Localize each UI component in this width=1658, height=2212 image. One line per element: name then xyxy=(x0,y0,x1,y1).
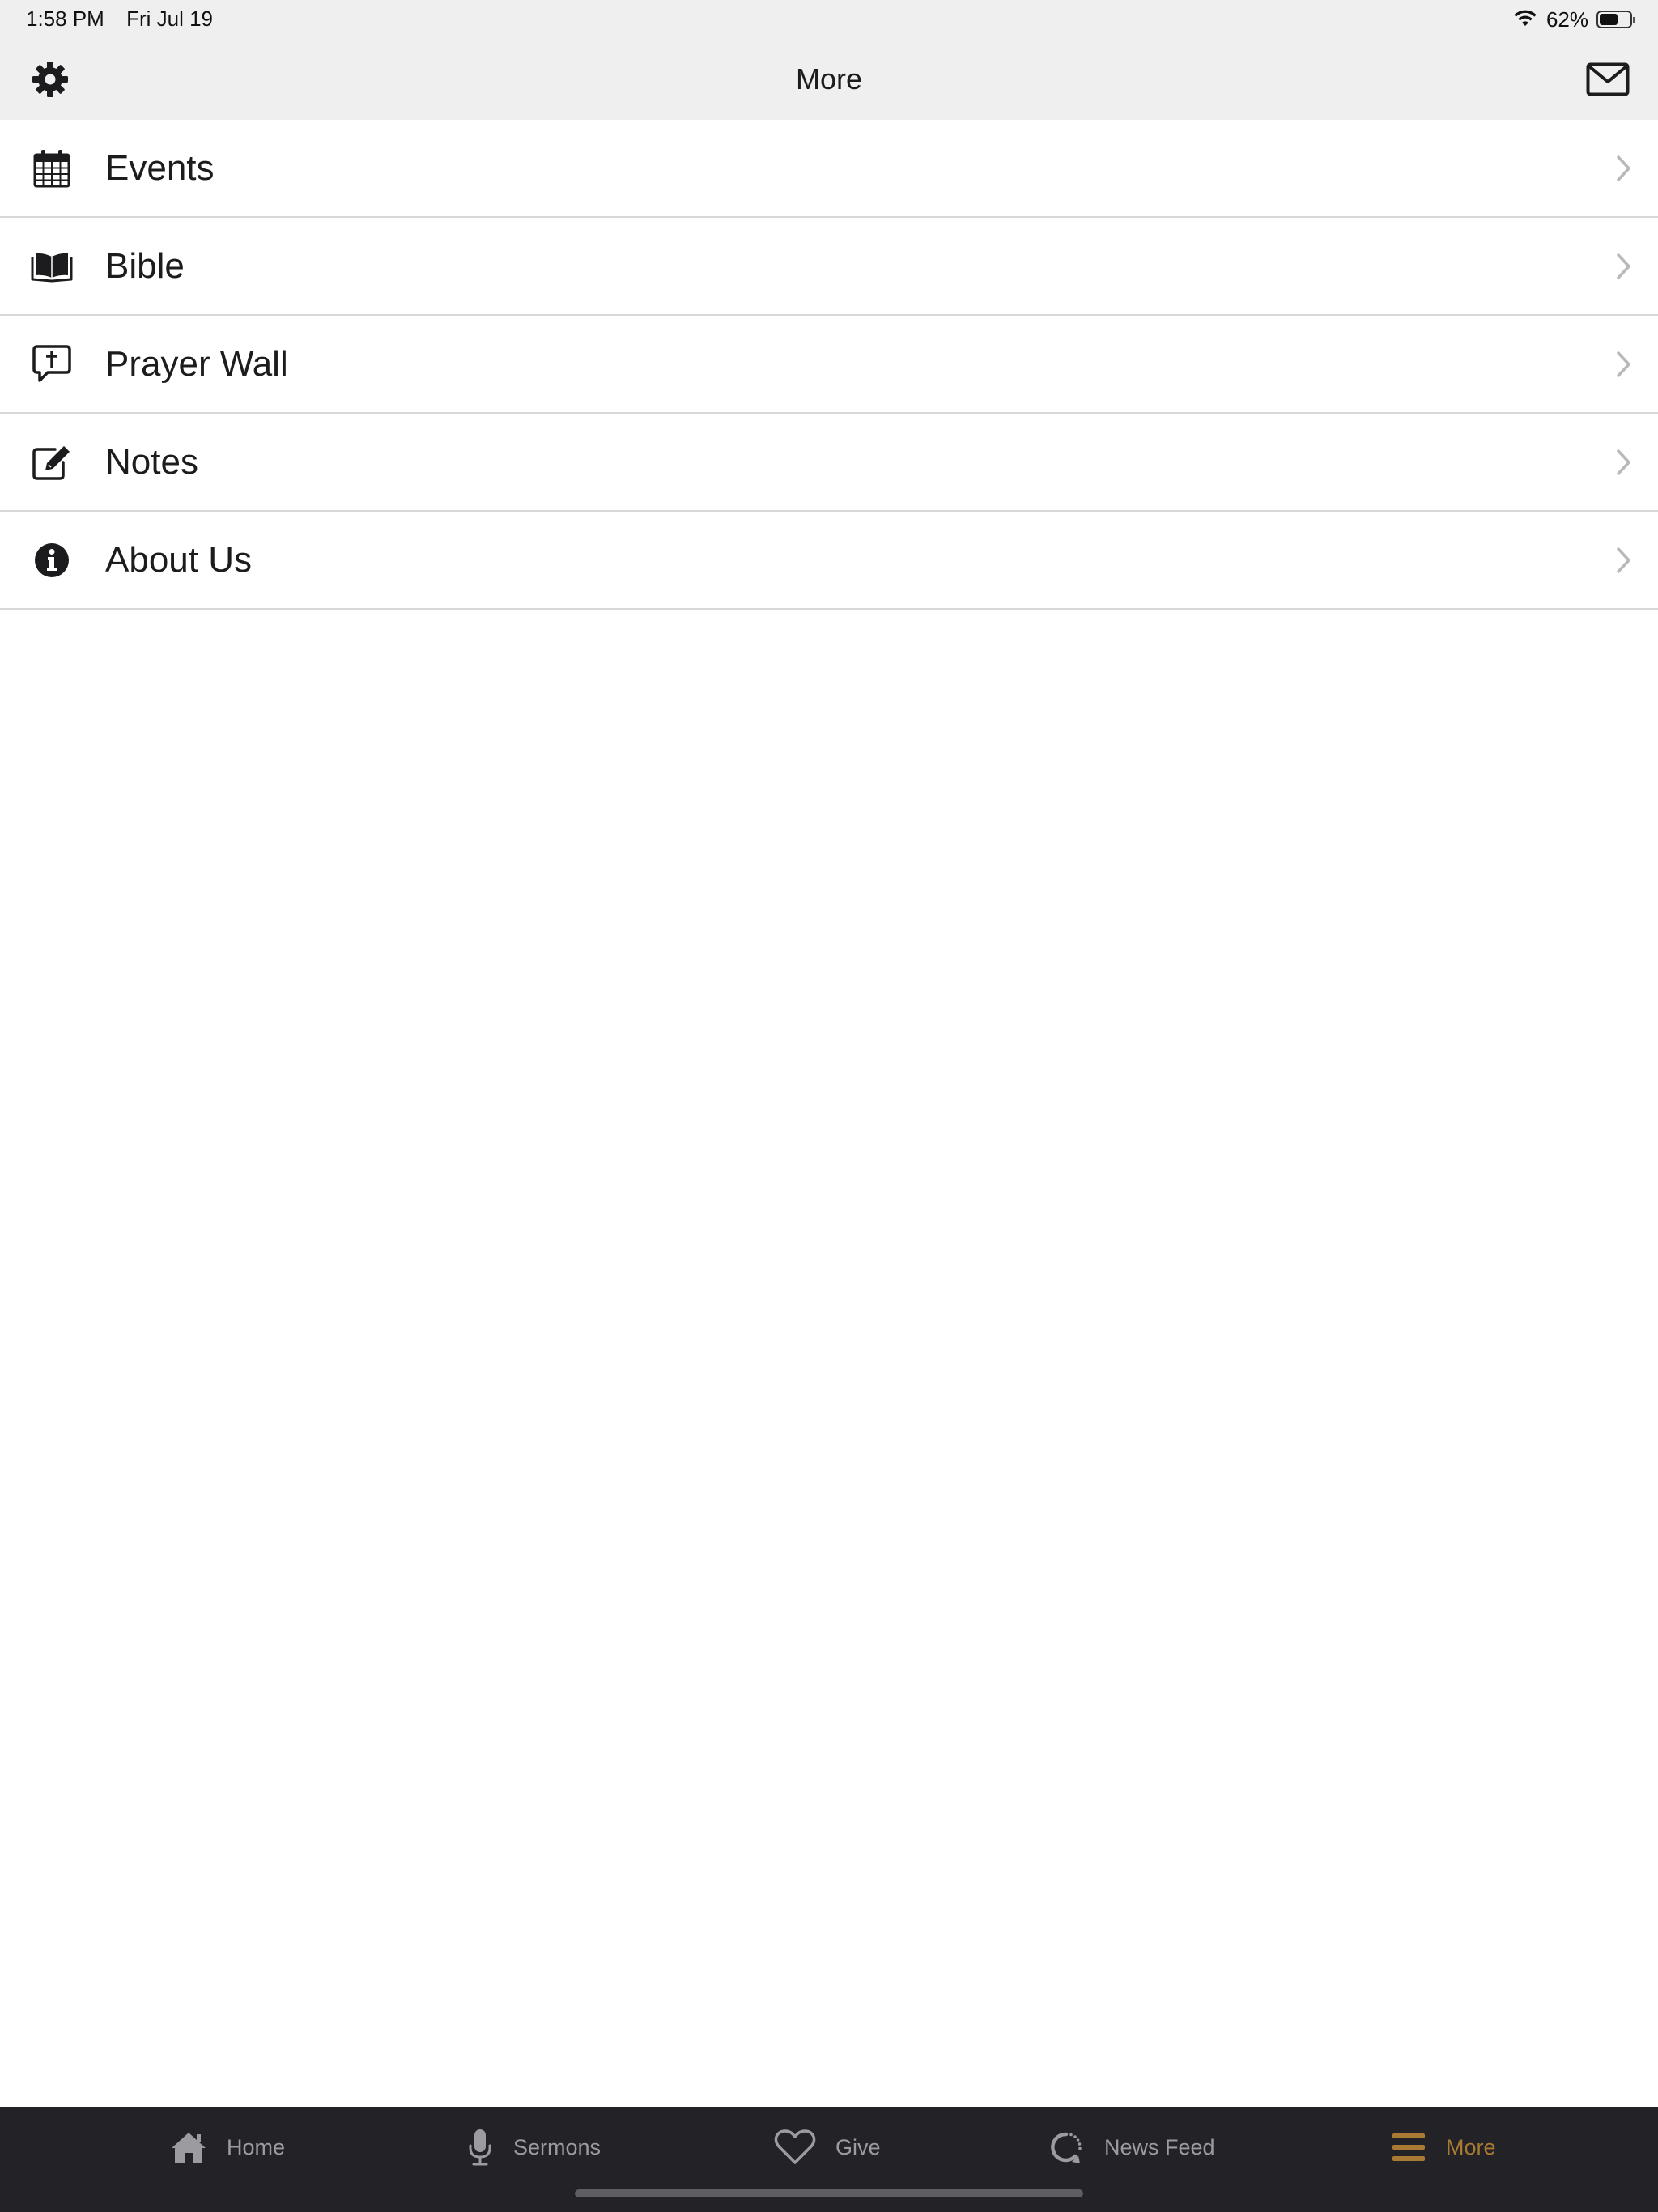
menu-item-label: About Us xyxy=(105,539,252,580)
menu-item-notes[interactable]: Notes xyxy=(0,414,1658,512)
menu-item-label: Prayer Wall xyxy=(105,343,288,384)
status-time: 1:58 PM xyxy=(26,6,104,31)
microphone-icon xyxy=(469,2129,491,2166)
status-date: Fri Jul 19 xyxy=(126,6,213,31)
tab-label: Give xyxy=(835,2134,881,2159)
page: 1:58 PM Fri Jul 19 62% More Events Bible… xyxy=(0,0,1658,2212)
heart-icon xyxy=(774,2129,816,2164)
tab-home[interactable]: Home xyxy=(170,2107,285,2188)
nav-bar: More xyxy=(0,39,1658,120)
chevron-right-icon xyxy=(1617,253,1630,279)
menu-item-label: Events xyxy=(105,147,215,188)
mail-button[interactable] xyxy=(1584,55,1632,104)
chevron-right-icon xyxy=(1617,155,1630,181)
battery-level xyxy=(1600,14,1618,25)
tab-more[interactable]: More xyxy=(1391,2107,1496,2188)
menu-item-events[interactable]: Events xyxy=(0,120,1658,218)
battery-icon xyxy=(1596,11,1635,28)
menu-item-bible[interactable]: Bible xyxy=(0,218,1658,316)
home-indicator xyxy=(575,2189,1083,2197)
tab-give[interactable]: Give xyxy=(774,2107,881,2188)
battery-tip xyxy=(1633,17,1635,23)
menu-item-label: Bible xyxy=(105,245,185,286)
home-icon xyxy=(172,2133,206,2163)
chevron-right-icon xyxy=(1617,449,1630,475)
battery-percent: 62% xyxy=(1545,6,1588,32)
prayer-bubble-icon xyxy=(28,340,76,389)
menu-item-prayer-wall[interactable]: Prayer Wall xyxy=(0,316,1658,414)
status-right: 62% xyxy=(1512,5,1635,34)
menu-item-about-us[interactable]: About Us xyxy=(0,512,1658,610)
refresh-icon xyxy=(1051,2132,1082,2163)
chevron-right-icon xyxy=(1617,351,1630,377)
open-book-icon xyxy=(28,242,76,291)
menu-item-label: Notes xyxy=(105,441,198,482)
tab-label: More xyxy=(1446,2134,1496,2159)
menu-list: Events Bible Prayer Wall Notes About Us xyxy=(0,120,1658,610)
tab-sermons[interactable]: Sermons xyxy=(466,2107,601,2188)
chevron-right-icon xyxy=(1617,547,1630,573)
wifi-icon xyxy=(1512,6,1538,33)
status-bar: 1:58 PM Fri Jul 19 62% xyxy=(0,0,1658,39)
tab-label: Sermons xyxy=(513,2134,602,2159)
mail-icon xyxy=(1586,62,1630,96)
info-icon xyxy=(28,536,76,585)
edit-icon xyxy=(28,438,76,487)
status-left: 1:58 PM Fri Jul 19 xyxy=(26,6,229,32)
tab-label: News Feed xyxy=(1104,2134,1215,2159)
menu-icon xyxy=(1392,2133,1425,2161)
tab-label: Home xyxy=(227,2134,286,2159)
tab-news-feed[interactable]: News Feed xyxy=(1048,2107,1215,2188)
page-title: More xyxy=(795,62,863,96)
calendar-icon xyxy=(28,144,76,193)
